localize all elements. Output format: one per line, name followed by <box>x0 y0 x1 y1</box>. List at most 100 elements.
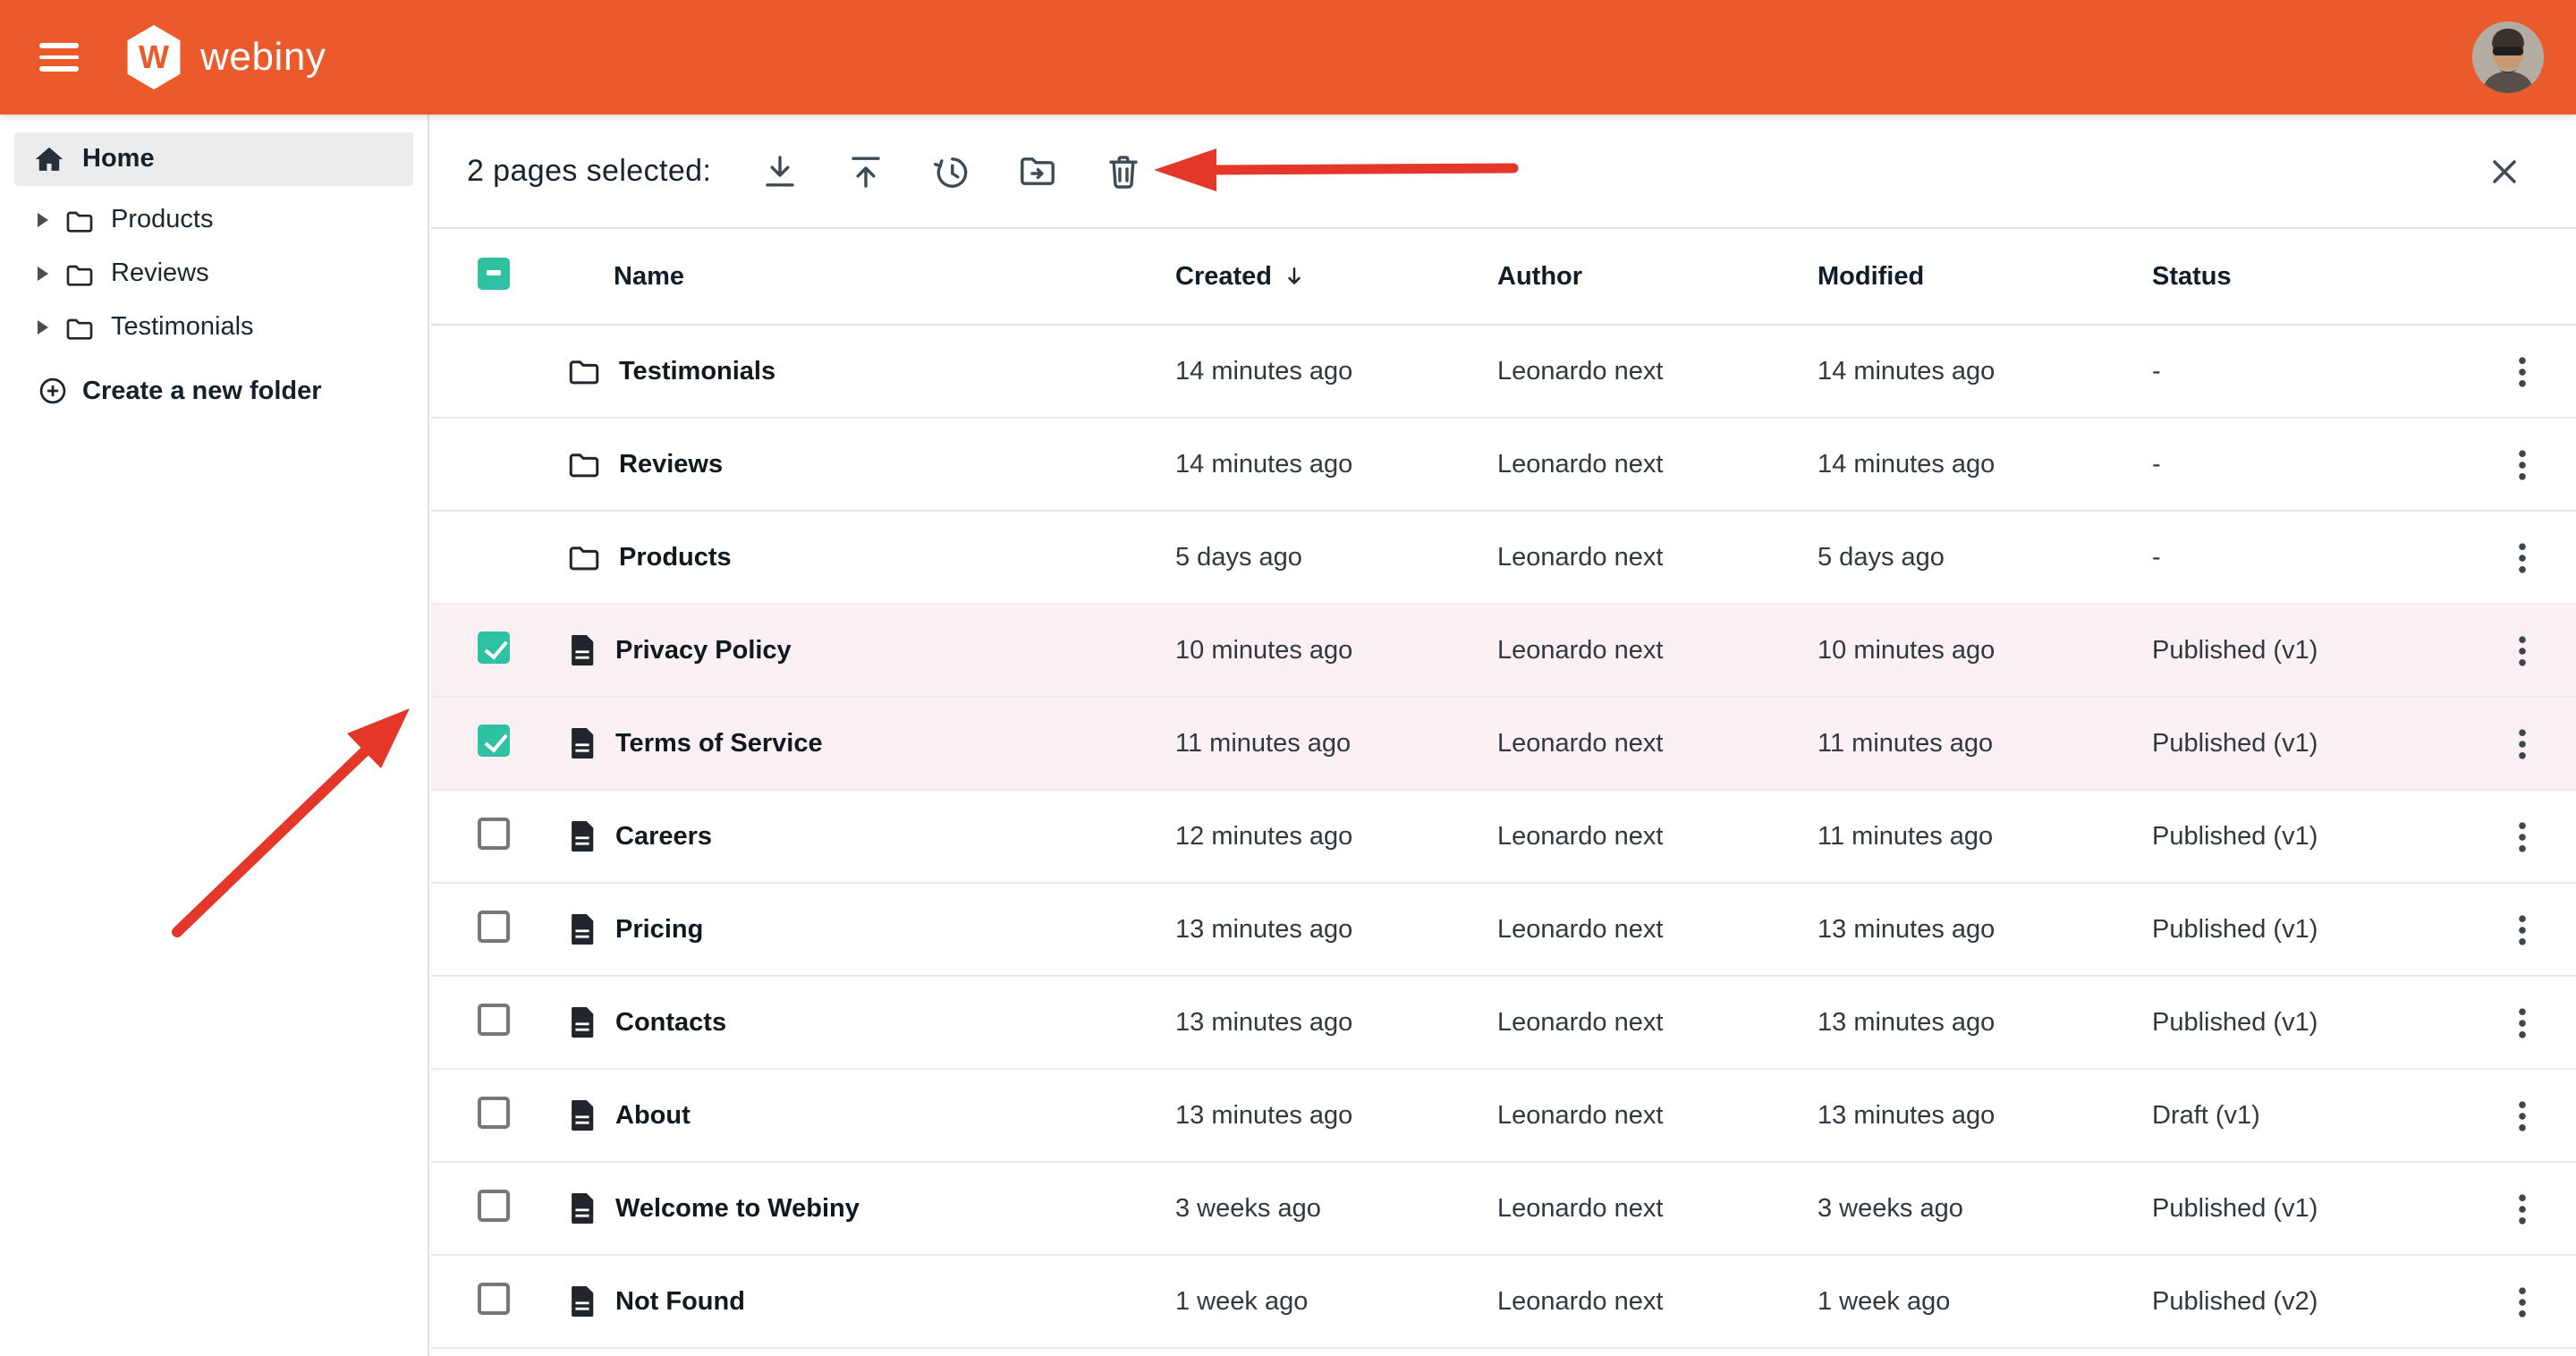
column-header-status[interactable]: Status <box>2152 262 2458 291</box>
row-menu-button[interactable] <box>2501 908 2544 951</box>
webiny-page-manager: W webiny Home <box>0 0 2576 1356</box>
row-created: 3 weeks ago <box>1175 1194 1497 1223</box>
close-icon <box>2485 151 2524 191</box>
row-created: 5 days ago <box>1175 543 1497 572</box>
move-to-folder-action-button[interactable] <box>1015 149 1058 192</box>
create-new-folder-button[interactable]: Create a new folder <box>0 376 428 406</box>
sidebar-item-home[interactable]: Home <box>14 132 413 186</box>
row-modified: 13 minutes ago <box>1818 915 2152 944</box>
row-name: Reviews <box>619 450 723 479</box>
move-to-folder-icon <box>1015 149 1058 192</box>
expand-arrow-icon[interactable] <box>38 267 48 281</box>
row-modified: 1 week ago <box>1818 1287 2152 1316</box>
column-header-created[interactable]: Created <box>1175 262 1497 291</box>
row-status: Published (v1) <box>2152 1194 2458 1223</box>
row-modified: 14 minutes ago <box>1818 357 2152 386</box>
table-row[interactable]: Welcome to Webiny 3 weeks ago Leonardo n… <box>431 1163 2576 1256</box>
kebab-menu-icon <box>2504 539 2540 575</box>
folder-icon <box>64 314 95 341</box>
select-all-checkbox[interactable] <box>478 257 510 289</box>
row-menu-button[interactable] <box>2501 722 2544 765</box>
row-name: Contacts <box>615 1008 726 1037</box>
row-author: Leonardo next <box>1497 450 1818 479</box>
row-menu-button[interactable] <box>2501 350 2544 393</box>
row-status: Published (v2) <box>2152 1287 2458 1316</box>
upload-icon <box>843 149 886 192</box>
kebab-menu-icon <box>2504 1004 2540 1040</box>
column-header-author[interactable]: Author <box>1497 262 1818 291</box>
sidebar-item-label: Home <box>82 145 155 174</box>
sidebar-folder-reviews[interactable]: Reviews <box>0 247 428 301</box>
row-status: - <box>2152 450 2458 479</box>
sidebar-folder-testimonials[interactable]: Testimonials <box>0 301 428 354</box>
row-menu-button[interactable] <box>2501 1187 2544 1230</box>
webiny-logo-badge-icon: W <box>125 25 182 89</box>
row-checkbox[interactable] <box>478 724 510 756</box>
row-created: 14 minutes ago <box>1175 357 1497 386</box>
row-name: Terms of Service <box>615 729 823 758</box>
row-menu-button[interactable] <box>2501 1094 2544 1137</box>
expand-arrow-icon[interactable] <box>38 213 48 227</box>
delete-action-button[interactable] <box>1101 149 1144 192</box>
table-row[interactable]: About 13 minutes ago Leonardo next 13 mi… <box>431 1070 2576 1163</box>
expand-arrow-icon[interactable] <box>38 320 48 335</box>
row-menu-button[interactable] <box>2501 815 2544 858</box>
row-status: Published (v1) <box>2152 822 2458 851</box>
column-header-modified[interactable]: Modified <box>1818 262 2152 291</box>
table-row[interactable]: Contacts 13 minutes ago Leonardo next 13… <box>431 977 2576 1070</box>
user-avatar[interactable] <box>2472 21 2544 93</box>
row-modified: 10 minutes ago <box>1818 636 2152 665</box>
row-status: - <box>2152 543 2458 572</box>
row-created: 13 minutes ago <box>1175 1008 1497 1037</box>
kebab-menu-icon <box>2504 818 2540 854</box>
table-row[interactable]: Reviews 14 minutes ago Leonardo next 14 … <box>431 419 2576 512</box>
row-checkbox[interactable] <box>478 1003 510 1035</box>
row-checkbox[interactable] <box>478 1096 510 1128</box>
table-row[interactable]: Pricing 13 minutes ago Leonardo next 13 … <box>431 884 2576 977</box>
download-action-button[interactable] <box>758 149 801 192</box>
row-author: Leonardo next <box>1497 543 1818 572</box>
page-icon <box>567 1191 597 1225</box>
row-status: Published (v1) <box>2152 729 2458 758</box>
row-checkbox[interactable] <box>478 817 510 849</box>
row-created: 13 minutes ago <box>1175 915 1497 944</box>
row-menu-button[interactable] <box>2501 1280 2544 1323</box>
row-checkbox[interactable] <box>478 910 510 942</box>
page-icon <box>567 1005 597 1039</box>
column-header-name[interactable]: Name <box>614 262 1175 291</box>
table-row[interactable]: Testimonials 14 minutes ago Leonardo nex… <box>431 326 2576 419</box>
kebab-menu-icon <box>2504 1284 2540 1319</box>
row-status: Draft (v1) <box>2152 1101 2458 1130</box>
row-modified: 13 minutes ago <box>1818 1008 2152 1037</box>
table-row[interactable]: Terms of Service 11 minutes ago Leonardo… <box>431 698 2576 791</box>
sidebar-folder-label: Testimonials <box>111 313 254 342</box>
row-checkbox[interactable] <box>478 631 510 663</box>
row-menu-button[interactable] <box>2501 536 2544 579</box>
row-menu-button[interactable] <box>2501 443 2544 486</box>
selection-count-label: 2 pages selected: <box>467 153 711 189</box>
table-row[interactable]: Not Found 1 week ago Leonardo next 1 wee… <box>431 1256 2576 1349</box>
close-selection-button[interactable] <box>2483 149 2526 192</box>
folder-icon <box>64 260 95 287</box>
page-icon <box>567 912 597 946</box>
row-created: 12 minutes ago <box>1175 822 1497 851</box>
created-header-label: Created <box>1175 262 1272 291</box>
row-created: 10 minutes ago <box>1175 636 1497 665</box>
bulk-actions <box>758 149 1144 192</box>
sidebar-folder-products[interactable]: Products <box>0 193 428 247</box>
row-menu-button[interactable] <box>2501 629 2544 672</box>
table-row[interactable]: Products 5 days ago Leonardo next 5 days… <box>431 512 2576 605</box>
row-author: Leonardo next <box>1497 915 1818 944</box>
row-modified: 3 weeks ago <box>1818 1194 2152 1223</box>
row-checkbox[interactable] <box>478 1282 510 1314</box>
restore-action-button[interactable] <box>929 149 972 192</box>
table-row[interactable]: Careers 12 minutes ago Leonardo next 11 … <box>431 791 2576 884</box>
hamburger-menu-icon[interactable] <box>39 43 79 72</box>
row-modified: 14 minutes ago <box>1818 450 2152 479</box>
upload-action-button[interactable] <box>843 149 886 192</box>
row-checkbox[interactable] <box>478 1189 510 1221</box>
page-icon <box>567 1284 597 1318</box>
row-menu-button[interactable] <box>2501 1001 2544 1044</box>
table-row[interactable]: Privacy Policy 10 minutes ago Leonardo n… <box>431 605 2576 698</box>
row-modified: 11 minutes ago <box>1818 822 2152 851</box>
